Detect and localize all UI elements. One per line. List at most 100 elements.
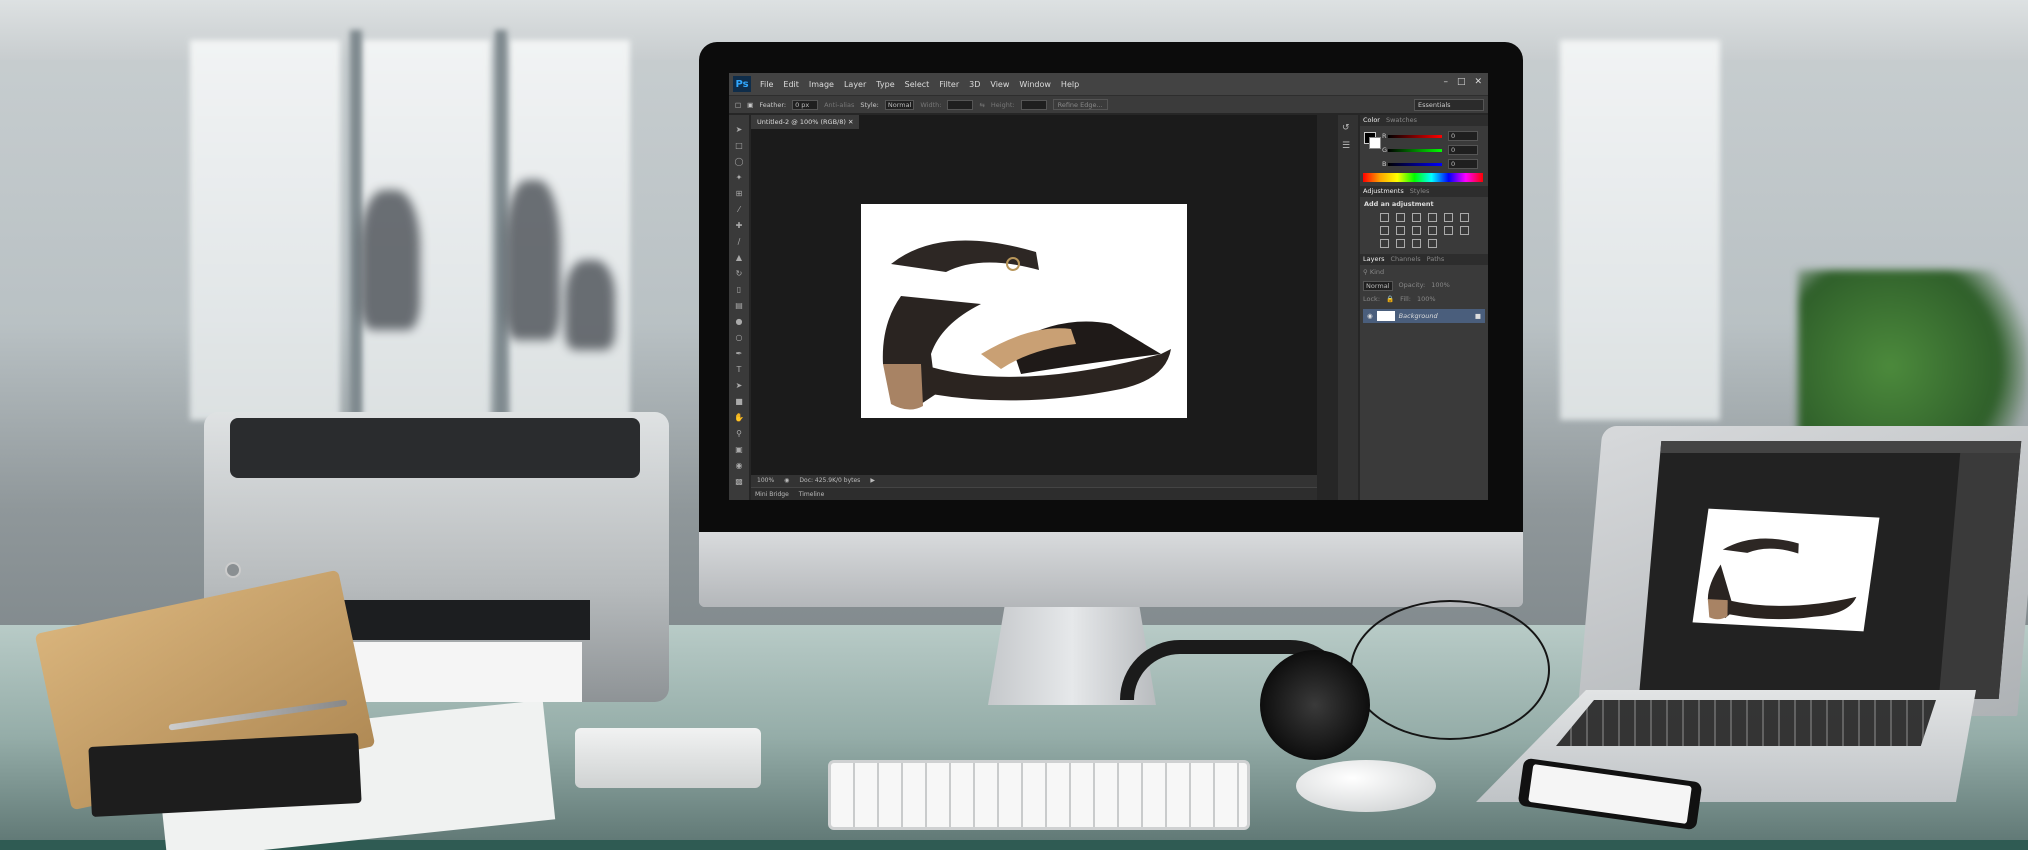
invert-icon[interactable] xyxy=(1460,226,1469,235)
exposure-icon[interactable] xyxy=(1428,213,1437,222)
document-tab[interactable]: Untitled-2 @ 100% (RGB/8) ✕ xyxy=(751,115,860,129)
workspace-select[interactable]: Essentials xyxy=(1414,99,1484,111)
color-swatches-icon[interactable]: ▣ xyxy=(733,443,745,455)
feather-input[interactable]: 0 px xyxy=(792,99,819,110)
marquee-tool-icon[interactable]: □ xyxy=(733,139,745,151)
notebook-stack xyxy=(88,732,362,818)
printer-power-button xyxy=(225,562,241,578)
selection-mode-icon[interactable]: ▣ xyxy=(747,101,753,109)
hue-saturation-icon[interactable] xyxy=(1460,213,1469,222)
zoom-tool-icon[interactable]: ⚲ xyxy=(733,427,745,439)
eyedropper-icon[interactable]: ⁄ xyxy=(733,203,745,215)
rectangle-tool-icon[interactable]: ■ xyxy=(733,395,745,407)
menu-file[interactable]: File xyxy=(755,80,778,89)
blur-tool-icon[interactable]: ● xyxy=(733,315,745,327)
curves-icon[interactable] xyxy=(1412,213,1421,222)
tab-swatches[interactable]: Swatches xyxy=(1386,115,1417,126)
lock-icon[interactable]: 🔒 xyxy=(1386,295,1394,303)
width-input[interactable] xyxy=(947,99,974,110)
close-tab-icon[interactable]: ✕ xyxy=(848,118,853,126)
menu-help[interactable]: Help xyxy=(1056,80,1084,89)
posterize-icon[interactable] xyxy=(1380,239,1389,248)
menu-layer[interactable]: Layer xyxy=(839,80,871,89)
move-tool-icon[interactable]: ➤ xyxy=(733,123,745,135)
menu-3d[interactable]: 3D xyxy=(964,80,985,89)
anti-alias-checkbox[interactable]: Anti-alias xyxy=(824,101,854,109)
history-icon[interactable]: ↺ xyxy=(1342,123,1354,133)
opacity-value[interactable]: 100% xyxy=(1431,281,1450,291)
dodge-tool-icon[interactable]: ○ xyxy=(733,331,745,343)
screen-mode-icon[interactable]: ▩ xyxy=(733,475,745,487)
slider-r[interactable] xyxy=(1388,135,1442,138)
maximize-icon[interactable]: □ xyxy=(1457,77,1466,87)
fill-value[interactable]: 100% xyxy=(1417,295,1436,303)
brush-tool-icon[interactable]: ∕ xyxy=(733,235,745,247)
menu-view[interactable]: View xyxy=(985,80,1014,89)
menu-select[interactable]: Select xyxy=(900,80,935,89)
menu-edit[interactable]: Edit xyxy=(778,80,804,89)
tab-timeline[interactable]: Timeline xyxy=(799,488,825,500)
black-white-icon[interactable] xyxy=(1396,226,1405,235)
background-color-swatch[interactable] xyxy=(1369,137,1381,149)
menu-filter[interactable]: Filter xyxy=(934,80,964,89)
layer-background[interactable]: ◉ Background ■ xyxy=(1363,309,1485,323)
selective-color-icon[interactable] xyxy=(1428,239,1437,248)
tab-layers[interactable]: Layers xyxy=(1363,254,1385,265)
quick-select-icon[interactable]: ✦ xyxy=(733,171,745,183)
color-lookup-icon[interactable] xyxy=(1444,226,1453,235)
eye-icon[interactable]: ◉ xyxy=(1367,312,1373,320)
menu-type[interactable]: Type xyxy=(871,80,899,89)
printer-top-slot xyxy=(230,418,640,478)
channel-b-value[interactable]: 0 xyxy=(1448,159,1478,169)
document-tab-label: Untitled-2 @ 100% (RGB/8) xyxy=(757,118,846,126)
menu-window[interactable]: Window xyxy=(1014,80,1056,89)
slider-b[interactable] xyxy=(1388,163,1442,166)
close-icon[interactable]: ✕ xyxy=(1474,77,1482,87)
gradient-map-icon[interactable] xyxy=(1412,239,1421,248)
lasso-tool-icon[interactable]: ◯ xyxy=(733,155,745,167)
pen-tool-icon[interactable]: ✒ xyxy=(733,347,745,359)
tab-channels[interactable]: Channels xyxy=(1391,254,1421,265)
channel-g-value[interactable]: 0 xyxy=(1448,145,1478,155)
eraser-icon[interactable]: ▯ xyxy=(733,283,745,295)
quick-mask-icon[interactable]: ◉ xyxy=(733,459,745,471)
color-spectrum[interactable] xyxy=(1363,173,1483,182)
slider-g[interactable] xyxy=(1388,149,1442,152)
menu-image[interactable]: Image xyxy=(804,80,839,89)
hand-tool-icon[interactable]: ✋ xyxy=(733,411,745,423)
swap-icon[interactable]: ⇆ xyxy=(979,101,984,109)
zoom-level[interactable]: 100% xyxy=(757,475,774,487)
office-window xyxy=(190,40,340,420)
vibrance-icon[interactable] xyxy=(1444,213,1453,222)
tab-adjustments[interactable]: Adjustments xyxy=(1363,186,1404,197)
tab-paths[interactable]: Paths xyxy=(1427,254,1445,265)
gradient-tool-icon[interactable]: ▤ xyxy=(733,299,745,311)
layer-filter-kind[interactable]: Kind xyxy=(1370,268,1384,276)
blend-mode-select[interactable]: Normal xyxy=(1363,281,1393,291)
type-tool-icon[interactable]: T xyxy=(733,363,745,375)
crop-tool-icon[interactable]: ⊞ xyxy=(733,187,745,199)
photo-filter-icon[interactable] xyxy=(1412,226,1421,235)
clone-stamp-icon[interactable]: ▲ xyxy=(733,251,745,263)
tab-color[interactable]: Color xyxy=(1363,115,1380,126)
channel-r-value[interactable]: 0 xyxy=(1448,131,1478,141)
marquee-tool-icon[interactable]: □ xyxy=(735,101,741,109)
canvas-image[interactable] xyxy=(861,204,1187,418)
minimize-icon[interactable]: – xyxy=(1443,77,1448,87)
channel-mixer-icon[interactable] xyxy=(1428,226,1437,235)
healing-brush-icon[interactable]: ✚ xyxy=(733,219,745,231)
history-brush-icon[interactable]: ↻ xyxy=(733,267,745,279)
tab-styles[interactable]: Styles xyxy=(1410,186,1430,197)
threshold-icon[interactable] xyxy=(1396,239,1405,248)
brightness-icon[interactable] xyxy=(1380,213,1389,222)
status-arrow-icon[interactable]: ▶ xyxy=(870,475,875,487)
path-select-icon[interactable]: ➤ xyxy=(733,379,745,391)
color-balance-icon[interactable] xyxy=(1380,226,1389,235)
levels-icon[interactable] xyxy=(1396,213,1405,222)
properties-icon[interactable]: ☰ xyxy=(1342,141,1354,151)
info-icon[interactable]: ◉ xyxy=(784,475,789,487)
height-input[interactable] xyxy=(1020,99,1047,110)
tab-mini-bridge[interactable]: Mini Bridge xyxy=(755,488,789,500)
style-select[interactable]: Normal xyxy=(884,99,915,110)
refine-edge-button[interactable]: Refine Edge... xyxy=(1052,99,1108,110)
